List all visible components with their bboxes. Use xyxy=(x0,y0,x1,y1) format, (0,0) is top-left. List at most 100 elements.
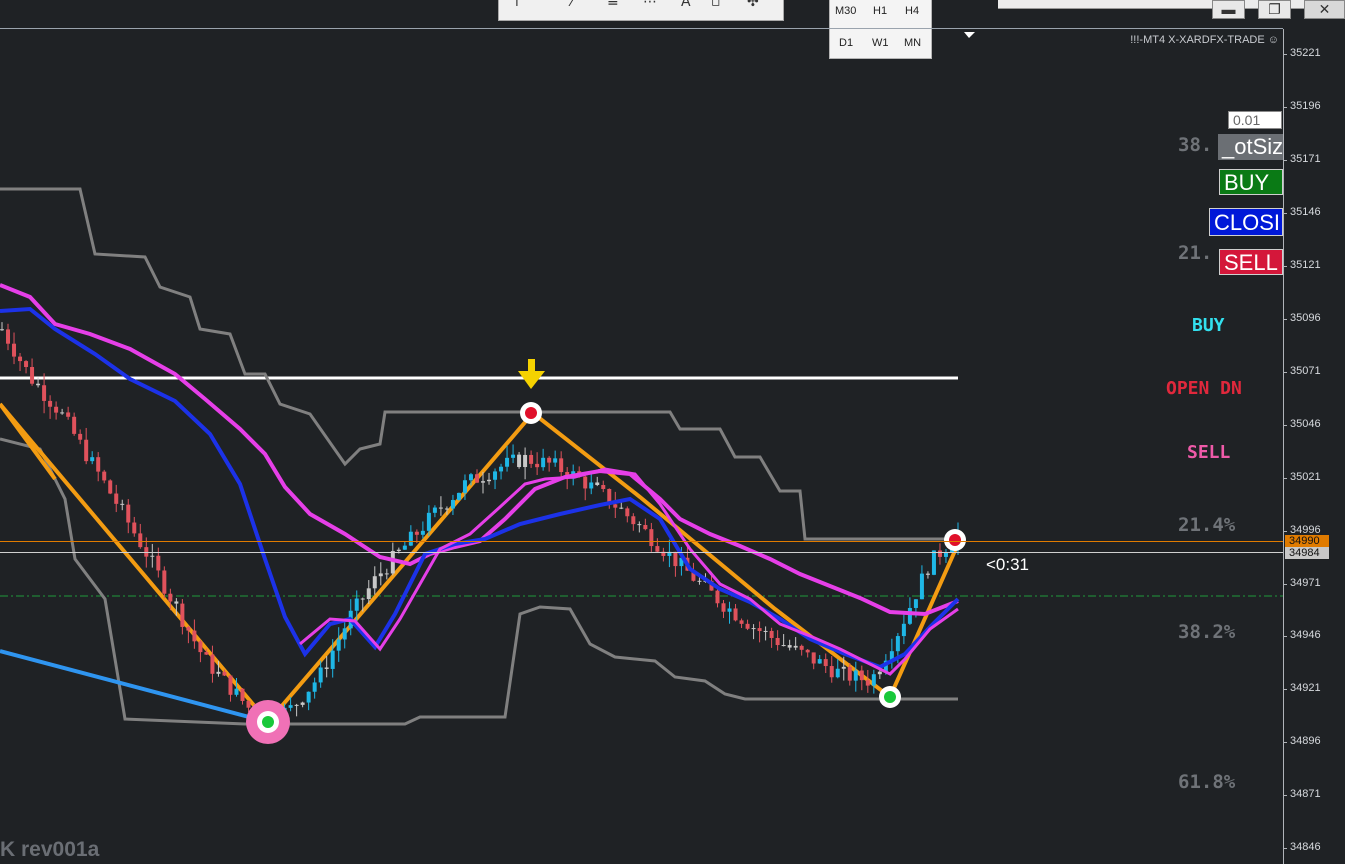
candle-body xyxy=(102,471,107,481)
fib-label-upper: 21. xyxy=(1178,242,1213,264)
price-tick-label: 34946 xyxy=(1290,629,1321,641)
candle-body xyxy=(300,702,305,705)
price-tick-mark xyxy=(1283,160,1287,161)
candle-body xyxy=(438,507,443,509)
candle-body xyxy=(330,650,335,669)
candle-body xyxy=(72,416,77,434)
text-icon[interactable]: A xyxy=(681,0,691,10)
footer-label: K rev001a xyxy=(0,838,100,861)
candle-body xyxy=(739,620,744,624)
candle-body xyxy=(0,329,4,331)
minimize-button[interactable]: ▬ xyxy=(1212,0,1245,19)
candle-body xyxy=(324,667,329,669)
price-tick-label: 35071 xyxy=(1290,365,1321,377)
price-tick-label: 35096 xyxy=(1290,312,1321,324)
candle-body xyxy=(378,573,383,577)
candle-body xyxy=(402,545,407,550)
price-tick-label: 35196 xyxy=(1290,100,1321,112)
candle-body xyxy=(775,637,780,646)
candle-body xyxy=(583,476,588,489)
ask-line xyxy=(0,552,1283,553)
close-position-button[interactable]: CLOSI xyxy=(1209,208,1283,236)
candle-body xyxy=(931,550,936,575)
candle-body xyxy=(174,601,179,604)
candle-body xyxy=(655,546,660,552)
fibo-fan-icon[interactable]: ⋯ xyxy=(643,0,657,10)
candle-body xyxy=(781,645,786,647)
bid-price-box: 34990 xyxy=(1285,535,1329,547)
arrows-icon[interactable]: ✣ xyxy=(747,0,759,10)
candle-body xyxy=(420,530,425,535)
channel-upper-line xyxy=(0,187,958,541)
candle-body xyxy=(114,493,119,504)
timeframe-h4[interactable]: H4 xyxy=(905,5,919,17)
price-tick-mark xyxy=(1283,478,1287,479)
candle-body xyxy=(60,412,65,414)
candle-body xyxy=(312,682,317,692)
candle-body xyxy=(817,659,822,664)
candle-body xyxy=(493,471,498,480)
ask-price-box: 34984 xyxy=(1285,547,1329,559)
candle-body xyxy=(589,482,594,489)
candle-body xyxy=(120,503,125,505)
price-chart[interactable] xyxy=(0,29,1283,864)
candle-body xyxy=(595,482,600,486)
lotsize-label: _otSiz xyxy=(1218,134,1283,160)
restore-button[interactable]: ❐ xyxy=(1258,0,1291,19)
candle-body xyxy=(895,636,900,652)
close-button[interactable]: ✕ xyxy=(1304,0,1345,19)
trendline-icon[interactable]: ⁄ xyxy=(571,0,573,10)
price-tick-label: 34921 xyxy=(1290,682,1321,694)
fib-label-214: 21.4% xyxy=(1178,514,1236,536)
candle-body xyxy=(499,466,504,472)
candle-body xyxy=(186,626,191,631)
candle-body xyxy=(907,607,912,624)
candle-body xyxy=(727,608,732,612)
candle-body xyxy=(763,630,768,632)
candle-body xyxy=(799,645,804,650)
timeframe-m30[interactable]: M30 xyxy=(835,5,856,17)
price-tick-mark xyxy=(1283,848,1287,849)
candle-body xyxy=(216,671,221,674)
candle-body xyxy=(481,481,486,483)
candle-body xyxy=(877,671,882,675)
candle-body xyxy=(468,474,473,481)
price-tick-mark xyxy=(1283,266,1287,267)
candle-body xyxy=(811,652,816,664)
price-tick-label: 34846 xyxy=(1290,841,1321,853)
candle-body xyxy=(222,671,227,676)
cursor-icon[interactable]: ↑ xyxy=(511,0,523,10)
candle-body xyxy=(769,630,774,638)
fib-label-618: 61.8% xyxy=(1178,771,1236,793)
candle-body xyxy=(523,454,528,468)
candle-body xyxy=(132,522,137,534)
price-tick-mark xyxy=(1283,372,1287,373)
lot-size-input[interactable] xyxy=(1228,111,1282,129)
candle-body xyxy=(24,361,29,368)
candle-body xyxy=(721,603,726,612)
timeframe-h1[interactable]: H1 xyxy=(873,5,887,17)
candle-body xyxy=(162,570,167,594)
price-tick-mark xyxy=(1283,54,1287,55)
candle-body xyxy=(48,400,53,407)
candle-body xyxy=(426,512,431,531)
buy-button[interactable]: BUY xyxy=(1219,169,1283,195)
candle-body xyxy=(78,433,83,440)
price-tick-mark xyxy=(1283,531,1287,532)
candle-body xyxy=(354,598,359,611)
candle-body xyxy=(366,588,371,600)
candle-body xyxy=(474,474,479,483)
price-tick-mark xyxy=(1283,319,1287,320)
bar-countdown: <0:31 xyxy=(986,555,1030,574)
sell-button[interactable]: SELL xyxy=(1219,249,1283,275)
candle-body xyxy=(30,367,35,384)
price-tick-mark xyxy=(1283,107,1287,108)
label-icon[interactable]: ▫ xyxy=(711,0,721,10)
candle-body xyxy=(829,666,834,678)
price-tick-label: 34896 xyxy=(1290,735,1321,747)
candle-body xyxy=(787,645,792,648)
candle-body xyxy=(156,555,161,571)
fibo-icon[interactable]: ≡ xyxy=(607,0,619,10)
candle-body xyxy=(631,516,636,525)
candle-body xyxy=(871,674,876,686)
